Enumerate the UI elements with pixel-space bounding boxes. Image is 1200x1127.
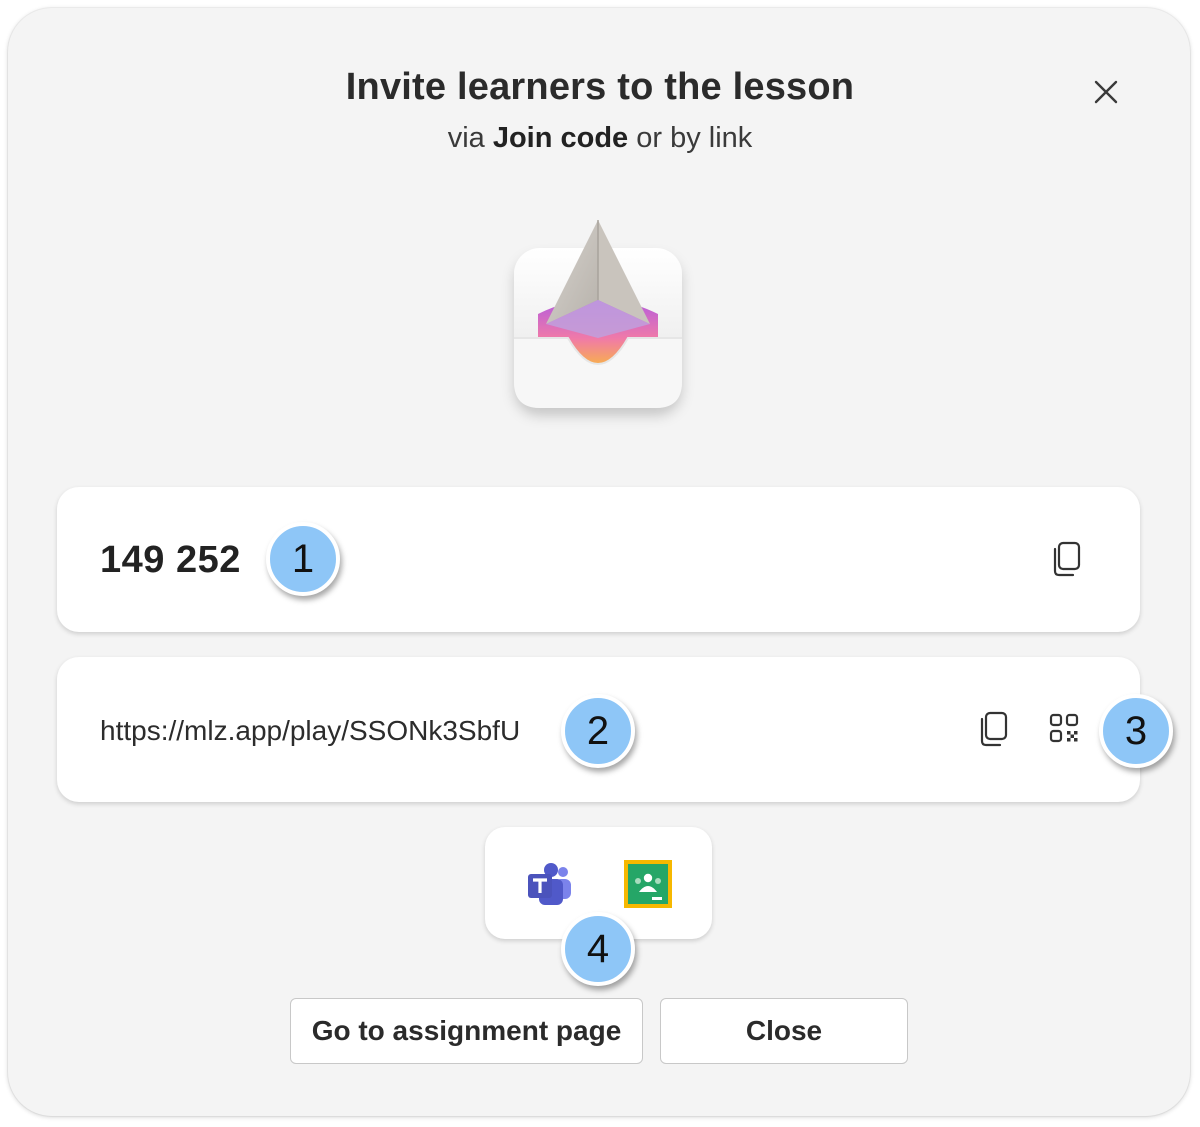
subtitle-emphasis: Join code <box>492 122 629 154</box>
join-link-url[interactable]: https://mlz.app/play/SSONk3SbfU <box>100 715 520 747</box>
subtitle-prefix: via <box>447 122 485 154</box>
subtitle-suffix: or by link <box>636 122 753 154</box>
callout-badge-2: 2 <box>561 694 635 768</box>
paper-plane-tray-logo <box>498 214 698 434</box>
callout-badge-1: 1 <box>266 522 340 596</box>
callout-badge-4: 4 <box>561 912 635 986</box>
qr-code-icon[interactable] <box>1047 711 1087 751</box>
join-code-card: 149 252 <box>57 487 1140 632</box>
callout-badge-3: 3 <box>1099 694 1173 768</box>
join-code-value: 149 252 <box>100 539 241 581</box>
go-to-assignment-button[interactable]: Go to assignment page <box>290 998 643 1064</box>
google-classroom-icon[interactable] <box>622 858 674 910</box>
dialog-title: Invite learners to the lesson <box>345 66 855 108</box>
copy-icon[interactable] <box>974 709 1014 749</box>
copy-icon[interactable] <box>1047 539 1087 579</box>
close-icon[interactable] <box>1088 74 1124 110</box>
close-button[interactable]: Close <box>660 998 908 1064</box>
teams-icon[interactable] <box>525 859 577 911</box>
dialog-subtitle: via Join code or by link <box>0 122 1200 155</box>
